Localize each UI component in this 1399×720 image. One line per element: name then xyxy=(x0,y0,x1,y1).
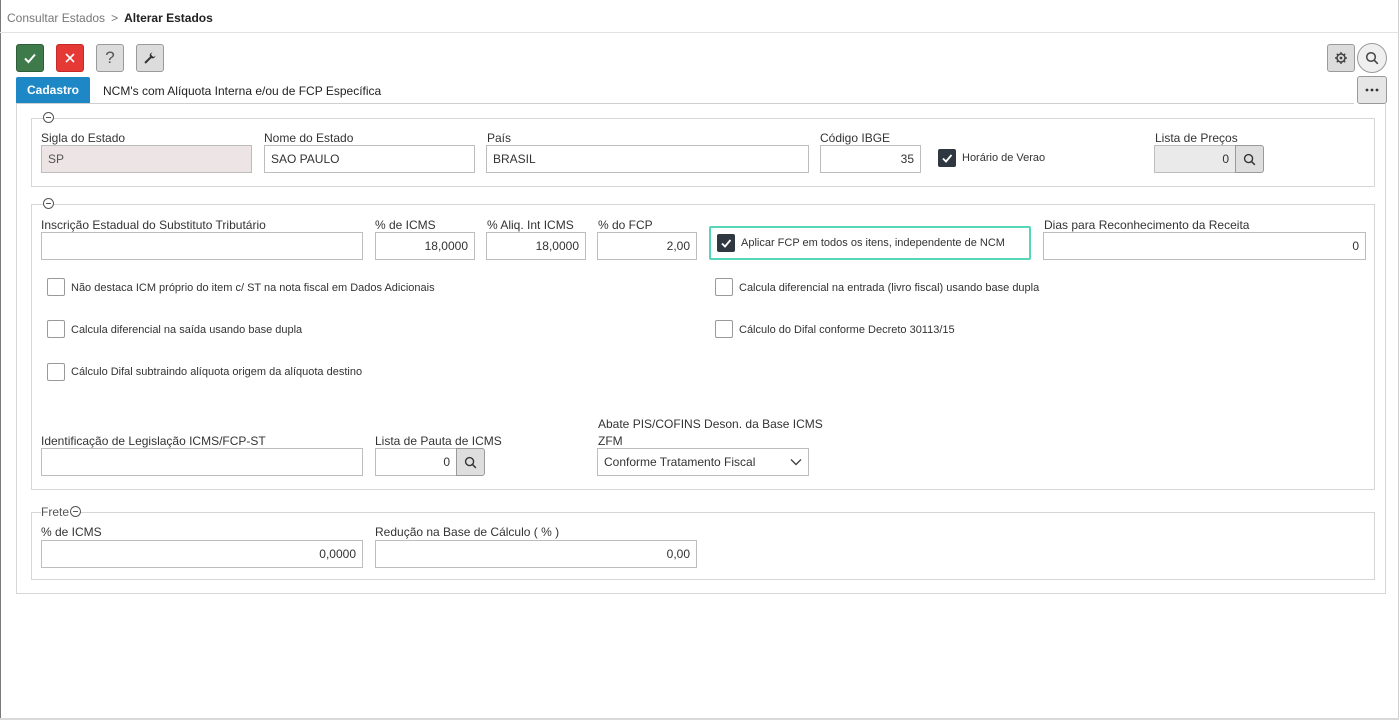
aliq-int-icms-field[interactable]: 18,0000 xyxy=(486,232,586,260)
checkmark-icon xyxy=(942,154,953,163)
nao-destaca-checkbox[interactable] xyxy=(47,278,65,296)
help-label: ? xyxy=(105,48,115,67)
wrench-icon xyxy=(144,52,156,64)
check-icon xyxy=(24,53,36,64)
close-icon xyxy=(65,53,75,63)
global-search-button[interactable] xyxy=(1357,43,1387,73)
dias-receita-field[interactable]: 0 xyxy=(1043,232,1366,260)
collapse-tax-config-icon[interactable] xyxy=(43,198,54,209)
gear-icon xyxy=(1335,52,1347,64)
icms-label: % de ICMS xyxy=(375,218,436,232)
reducao-base-label: Redução na Base de Cálculo ( % ) xyxy=(375,525,560,539)
tools-button[interactable] xyxy=(136,44,164,72)
sigla-field: SP xyxy=(41,145,252,173)
horario-verao-checkbox[interactable] xyxy=(938,149,956,167)
sigla-label: Sigla do Estado xyxy=(41,131,126,145)
breadcrumb-parent-link[interactable]: Consultar Estados xyxy=(7,11,105,25)
breadcrumb: Consultar Estados > Alterar Estados xyxy=(7,11,213,25)
collapse-frete-icon[interactable] xyxy=(70,506,81,517)
frete-icms-field[interactable]: 0,0000 xyxy=(41,540,363,568)
abate-selected-value: Conforme Tratamento Fiscal xyxy=(604,455,756,469)
reducao-base-field[interactable]: 0,00 xyxy=(375,540,697,568)
lista-precos-search-button[interactable] xyxy=(1235,145,1264,173)
checkmark-icon xyxy=(721,239,732,248)
aliq-int-icms-label: % Aliq. Int ICMS xyxy=(487,218,574,232)
calc-saida-label: Calcula diferencial na saída usando base… xyxy=(71,324,303,336)
breadcrumb-separator: > xyxy=(111,11,119,25)
difal-subtraindo-checkbox[interactable] xyxy=(47,363,65,381)
legislacao-label: Identificação de Legislação ICMS/FCP-ST xyxy=(41,434,266,448)
codigo-ibge-label: Código IBGE xyxy=(820,131,891,145)
lista-precos-label: Lista de Preços xyxy=(1155,131,1238,145)
calc-entrada-checkbox[interactable] xyxy=(715,278,733,296)
tab-cadastro[interactable]: Cadastro xyxy=(16,77,90,103)
confirm-button[interactable] xyxy=(16,44,44,72)
icms-field[interactable]: 18,0000 xyxy=(375,232,475,260)
abate-label-line2: ZFM xyxy=(598,434,623,448)
calc-saida-checkbox[interactable] xyxy=(47,320,65,338)
breadcrumb-current: Alterar Estados xyxy=(124,11,213,25)
more-options-button[interactable] xyxy=(1357,76,1387,104)
abate-select[interactable]: Conforme Tratamento Fiscal xyxy=(597,448,809,476)
codigo-ibge-field[interactable]: 35 xyxy=(820,145,921,173)
dias-receita-label: Dias para Reconhecimento da Receita xyxy=(1044,218,1250,232)
search-icon xyxy=(464,456,477,468)
difal-decreto-label: Cálculo do Difal conforme Decreto 30113/… xyxy=(739,324,955,336)
fcp-field[interactable]: 2,00 xyxy=(597,232,697,260)
pais-label: País xyxy=(487,131,512,145)
difal-subtraindo-label: Cálculo Difal subtraindo alíquota origem… xyxy=(71,366,363,378)
nao-destaca-label: Não destaca ICM próprio do item c/ ST na… xyxy=(71,282,435,294)
pauta-icms-search-button[interactable] xyxy=(456,448,485,476)
window-left-border xyxy=(0,0,1,720)
help-button[interactable]: ? xyxy=(96,44,124,72)
ellipsis-icon xyxy=(1365,88,1379,92)
difal-decreto-checkbox[interactable] xyxy=(715,320,733,338)
aplicar-fcp-checkbox[interactable] xyxy=(717,234,735,252)
search-icon xyxy=(1365,51,1379,65)
legislacao-field[interactable] xyxy=(41,448,363,476)
inscricao-field[interactable] xyxy=(41,232,363,260)
inscricao-label: Inscrição Estadual do Substituto Tributá… xyxy=(41,218,266,232)
lista-precos-field[interactable]: 0 xyxy=(1154,145,1236,173)
header-divider xyxy=(0,32,1399,33)
nome-estado-field[interactable]: SAO PAULO xyxy=(264,145,475,173)
search-icon xyxy=(1243,153,1256,165)
nome-estado-label: Nome do Estado xyxy=(264,131,354,145)
horario-verao-label: Horário de Verao xyxy=(962,152,1046,164)
calc-entrada-label: Calcula diferencial na entrada (livro fi… xyxy=(739,282,1040,294)
chevron-down-icon xyxy=(790,459,802,466)
tab-ncm-aliquota[interactable]: NCM's com Alíquota Interna e/ou de FCP E… xyxy=(103,84,381,98)
pauta-icms-field[interactable]: 0 xyxy=(375,448,457,476)
pais-field[interactable]: BRASIL xyxy=(486,145,809,173)
collapse-state-info-icon[interactable] xyxy=(43,112,54,123)
settings-button[interactable] xyxy=(1327,44,1355,72)
abate-label-line1: Abate PIS/COFINS Deson. da Base ICMS xyxy=(598,417,823,431)
fcp-label: % do FCP xyxy=(598,218,653,232)
frete-title: Frete xyxy=(41,505,72,519)
aplicar-fcp-label: Aplicar FCP em todos os itens, independe… xyxy=(741,237,1005,249)
pauta-icms-label: Lista de Pauta de ICMS xyxy=(375,434,502,448)
cancel-button[interactable] xyxy=(56,44,84,72)
frete-icms-label: % de ICMS xyxy=(41,525,102,539)
